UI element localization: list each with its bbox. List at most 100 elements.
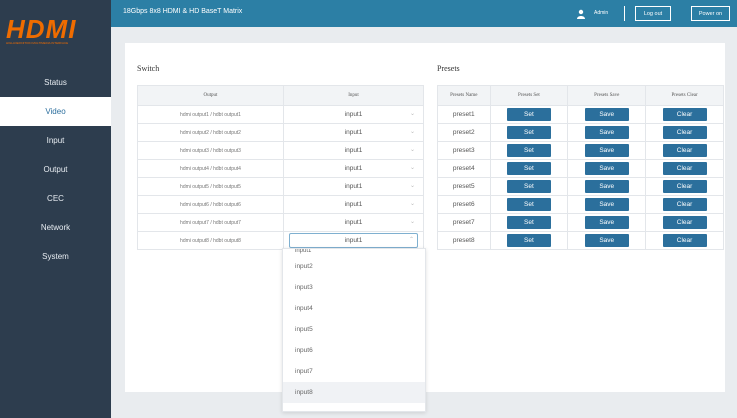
input-select[interactable]: input1 ⌄ <box>289 144 418 157</box>
chevron-down-icon: ⌄ <box>409 147 415 153</box>
input-select[interactable]: input1 ⌄ <box>289 216 418 229</box>
table-row: hdmi output1 / hdbt output1 input1 ⌄ <box>137 105 424 124</box>
table-row: preset1 Set Save Clear <box>437 105 724 124</box>
preset-set-button[interactable]: Set <box>506 234 551 247</box>
preset-save-button[interactable]: Save <box>584 108 629 121</box>
table-row: preset2 Set Save Clear <box>437 123 724 142</box>
input-select[interactable]: input1 ⌄ <box>289 198 418 211</box>
preset-set-button[interactable]: Set <box>506 108 551 121</box>
table-row: preset8 Set Save Clear <box>437 231 724 250</box>
output-name: hdmi output7 / hdbt output7 <box>137 213 284 232</box>
preset-clear-button[interactable]: Clear <box>662 162 707 175</box>
column-header-presets-set: Presets Set <box>489 85 569 106</box>
preset-set-cell: Set <box>489 177 569 196</box>
preset-name: preset2 <box>437 123 491 142</box>
preset-save-button[interactable]: Save <box>584 234 629 247</box>
preset-name: preset6 <box>437 195 491 214</box>
preset-save-button[interactable]: Save <box>584 144 629 157</box>
chevron-down-icon: ⌄ <box>409 111 415 117</box>
preset-name: preset1 <box>437 105 491 124</box>
preset-set-button[interactable]: Set <box>506 162 551 175</box>
preset-name: preset4 <box>437 159 491 178</box>
table-row: preset5 Set Save Clear <box>437 177 724 196</box>
preset-clear-cell: Clear <box>645 177 724 196</box>
output-name: hdmi output1 / hdbt output1 <box>137 105 284 124</box>
table-row: preset6 Set Save Clear <box>437 195 724 214</box>
output-name: hdmi output5 / hdbt output5 <box>137 177 284 196</box>
preset-set-button[interactable]: Set <box>506 216 551 229</box>
preset-save-cell: Save <box>567 141 647 160</box>
sidebar-item-system[interactable]: System <box>0 242 111 271</box>
input-select-value: input1 <box>344 165 363 172</box>
dropdown-option[interactable]: input7 <box>283 361 425 382</box>
dropdown-option[interactable]: input2 <box>283 256 425 277</box>
input-cell: input1 ⌄ <box>283 159 424 178</box>
preset-set-button[interactable]: Set <box>506 180 551 193</box>
input-select[interactable]: input1 ⌄ <box>289 180 418 193</box>
chevron-down-icon: ⌄ <box>409 219 415 225</box>
input-select[interactable]: input1 ⌄ <box>289 162 418 175</box>
sidebar-item-input[interactable]: Input <box>0 126 111 155</box>
sidebar-item-video[interactable]: Video <box>0 97 111 126</box>
power-on-button[interactable]: Power on <box>691 6 730 21</box>
column-header-presets-clear: Presets Clear <box>645 85 724 106</box>
preset-clear-button[interactable]: Clear <box>662 126 707 139</box>
dropdown-option[interactable]: input5 <box>283 319 425 340</box>
sidebar-item-status[interactable]: Status <box>0 68 111 97</box>
preset-clear-cell: Clear <box>645 231 724 250</box>
input-cell: input1 ⌄ <box>283 195 424 214</box>
page-title: 18Gbps 8x8 HDMI & HD BaseT Matrix <box>123 8 243 15</box>
preset-save-button[interactable]: Save <box>584 162 629 175</box>
input-dropdown-menu[interactable]: input1 input2 input3 input4 input5 input6 inpu… <box>282 248 426 412</box>
preset-save-button[interactable]: Save <box>584 198 629 211</box>
preset-clear-cell: Clear <box>645 213 724 232</box>
sidebar-item-network[interactable]: Network <box>0 213 111 242</box>
logo-tagline: HIGH-DEFINITION MULTIMEDIA INTERFACE <box>6 41 69 45</box>
preset-clear-button[interactable]: Clear <box>662 180 707 193</box>
preset-save-button[interactable]: Save <box>584 180 629 193</box>
hdmi-logo: HDMI HIGH-DEFINITION MULTIMEDIA INTERFAC… <box>6 14 106 48</box>
top-bar: 18Gbps 8x8 HDMI & HD BaseT Matrix Admin … <box>111 0 737 27</box>
preset-set-button[interactable]: Set <box>506 126 551 139</box>
chevron-down-icon: ⌄ <box>409 183 415 189</box>
preset-set-button[interactable]: Set <box>506 144 551 157</box>
preset-set-cell: Set <box>489 195 569 214</box>
output-name: hdmi output6 / hdbt output6 <box>137 195 284 214</box>
preset-set-cell: Set <box>489 159 569 178</box>
preset-clear-button[interactable]: Clear <box>662 216 707 229</box>
sidebar-item-cec[interactable]: CEC <box>0 184 111 213</box>
dropdown-option[interactable]: input4 <box>283 298 425 319</box>
preset-save-button[interactable]: Save <box>584 216 629 229</box>
preset-save-cell: Save <box>567 195 647 214</box>
preset-save-button[interactable]: Save <box>584 126 629 139</box>
preset-clear-button[interactable]: Clear <box>662 144 707 157</box>
logout-button[interactable]: Log out <box>635 6 671 21</box>
dropdown-option[interactable]: input6 <box>283 340 425 361</box>
preset-set-cell: Set <box>489 105 569 124</box>
sidebar-item-output[interactable]: Output <box>0 155 111 184</box>
input-select-value: input1 <box>344 237 363 244</box>
table-row: hdmi output2 / hdbt output2 input1 ⌄ <box>137 123 424 142</box>
input-select[interactable]: input1 ⌃ <box>289 233 418 248</box>
input-select-value: input1 <box>344 129 363 136</box>
table-row: hdmi output3 / hdbt output3 input1 ⌄ <box>137 141 424 160</box>
dropdown-option[interactable]: input3 <box>283 277 425 298</box>
preset-set-cell: Set <box>489 123 569 142</box>
input-select-value: input1 <box>344 219 363 226</box>
input-select[interactable]: input1 ⌄ <box>289 126 418 139</box>
table-row: preset4 Set Save Clear <box>437 159 724 178</box>
table-row: hdmi output8 / hdbt output8 input1 ⌃ <box>137 231 424 250</box>
table-row: hdmi output7 / hdbt output7 input1 ⌄ <box>137 213 424 232</box>
input-select[interactable]: input1 ⌄ <box>289 108 418 121</box>
preset-clear-button[interactable]: Clear <box>662 108 707 121</box>
input-cell: input1 ⌄ <box>283 123 424 142</box>
dropdown-option[interactable]: input1 <box>283 249 425 256</box>
preset-save-cell: Save <box>567 231 647 250</box>
preset-clear-button[interactable]: Clear <box>662 234 707 247</box>
preset-set-button[interactable]: Set <box>506 198 551 211</box>
preset-clear-button[interactable]: Clear <box>662 198 707 211</box>
column-header-presets-save: Presets Save <box>567 85 647 106</box>
preset-save-cell: Save <box>567 213 647 232</box>
preset-clear-cell: Clear <box>645 159 724 178</box>
dropdown-option[interactable]: input8 <box>283 382 425 403</box>
